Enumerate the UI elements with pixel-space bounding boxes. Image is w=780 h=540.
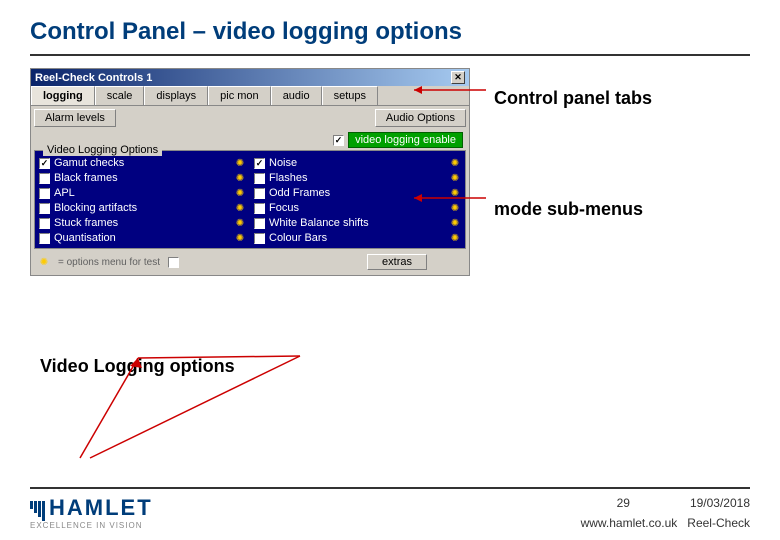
option-checkbox[interactable] — [254, 173, 265, 184]
page-number: 29 — [617, 496, 630, 510]
extras-row: ✺ = options menu for test extras — [34, 252, 466, 272]
gear-icon[interactable]: ✺ — [234, 187, 246, 199]
logo-tagline: EXCELLENCE IN VISION — [30, 521, 153, 530]
extras-checkbox[interactable] — [168, 257, 179, 268]
sub-button-row: Alarm levels Audio Options — [31, 106, 469, 130]
option-label: Gamut checks — [54, 157, 230, 169]
hamlet-logo: HAMLET EXCELLENCE IN VISION — [30, 495, 153, 530]
option-checkbox[interactable] — [39, 188, 50, 199]
gear-icon[interactable]: ✺ — [234, 232, 246, 244]
option-label: Noise — [269, 157, 445, 169]
slide-footer: HAMLET EXCELLENCE IN VISION 29 19/03/2018… — [30, 487, 750, 530]
title-rule — [30, 54, 750, 56]
audio-options-button[interactable]: Audio Options — [375, 109, 466, 127]
tab-displays[interactable]: displays — [144, 86, 208, 105]
tab-pic-mon[interactable]: pic mon — [208, 86, 271, 105]
option-flashes: Flashes ✺ — [254, 172, 461, 184]
gear-icon[interactable]: ✺ — [234, 202, 246, 214]
option-checkbox[interactable] — [254, 218, 265, 229]
option-label: Stuck frames — [54, 217, 230, 229]
option-apl: APL ✺ — [39, 187, 246, 199]
option-label: Black frames — [54, 172, 230, 184]
options-hint: = options menu for test — [58, 257, 160, 268]
window-title: Reel-Check Controls 1 — [35, 72, 152, 84]
option-black-frames: Black frames ✺ — [39, 172, 246, 184]
option-checkbox[interactable] — [254, 233, 265, 244]
extras-button[interactable]: extras — [367, 254, 427, 270]
gear-icon[interactable]: ✺ — [449, 172, 461, 184]
option-label: Flashes — [269, 172, 445, 184]
option-checkbox[interactable] — [39, 173, 50, 184]
option-label: Colour Bars — [269, 232, 445, 244]
option-colour-bars: Colour Bars ✺ — [254, 232, 461, 244]
gear-icon: ✺ — [38, 256, 50, 268]
option-label: White Balance shifts — [269, 217, 445, 229]
annotation-submenus: mode sub-menus — [494, 199, 652, 220]
gear-icon[interactable]: ✺ — [449, 232, 461, 244]
video-logging-enable-checkbox[interactable]: ✓ — [333, 135, 344, 146]
annotation-tabs: Control panel tabs — [494, 88, 652, 109]
option-label: APL — [54, 187, 230, 199]
window-titlebar[interactable]: Reel-Check Controls 1 ✕ — [31, 69, 469, 86]
option-noise: ✓ Noise ✺ — [254, 157, 461, 169]
option-gamut-checks: ✓ Gamut checks ✺ — [39, 157, 246, 169]
option-checkbox[interactable] — [39, 233, 50, 244]
tab-bar: loggingscaledisplayspic monaudiosetups — [31, 86, 469, 106]
option-label: Quantisation — [54, 232, 230, 244]
option-checkbox[interactable] — [254, 188, 265, 199]
option-quantisation: Quantisation ✺ — [39, 232, 246, 244]
control-panel-screenshot: Reel-Check Controls 1 ✕ loggingscaledisp… — [30, 68, 470, 276]
annotation-options: Video Logging options — [40, 356, 750, 377]
tab-audio[interactable]: audio — [271, 86, 322, 105]
gear-icon[interactable]: ✺ — [234, 217, 246, 229]
footer-product: Reel-Check — [687, 516, 750, 530]
reelcheck-window: Reel-Check Controls 1 ✕ loggingscaledisp… — [30, 68, 470, 276]
option-label: Blocking artifacts — [54, 202, 230, 214]
option-checkbox[interactable] — [39, 218, 50, 229]
gear-icon[interactable]: ✺ — [234, 157, 246, 169]
logo-text: HAMLET — [49, 495, 153, 521]
option-stuck-frames: Stuck frames ✺ — [39, 217, 246, 229]
tab-logging[interactable]: logging — [31, 86, 95, 105]
option-checkbox[interactable]: ✓ — [254, 158, 265, 169]
video-logging-enable-label: video logging enable — [348, 132, 463, 148]
option-checkbox[interactable] — [254, 203, 265, 214]
option-blocking-artifacts: Blocking artifacts ✺ — [39, 202, 246, 214]
tab-scale[interactable]: scale — [95, 86, 145, 105]
gear-icon[interactable]: ✺ — [449, 157, 461, 169]
gear-icon[interactable]: ✺ — [449, 217, 461, 229]
tab-setups[interactable]: setups — [322, 86, 378, 105]
annotation-column: Control panel tabs mode sub-menus — [494, 68, 652, 276]
slide-date: 19/03/2018 — [690, 496, 750, 510]
gear-icon[interactable]: ✺ — [234, 172, 246, 184]
option-checkbox[interactable]: ✓ — [39, 158, 50, 169]
group-label: Video Logging Options — [43, 144, 162, 156]
slide-title: Control Panel – video logging options — [30, 18, 750, 46]
footer-url: www.hamlet.co.uk — [581, 516, 678, 530]
video-logging-options-group: Video Logging Options ✓Gamut checks✺Blac… — [34, 150, 466, 249]
option-checkbox[interactable] — [39, 203, 50, 214]
option-white-balance-shifts: White Balance shifts ✺ — [254, 217, 461, 229]
alarm-levels-button[interactable]: Alarm levels — [34, 109, 116, 127]
